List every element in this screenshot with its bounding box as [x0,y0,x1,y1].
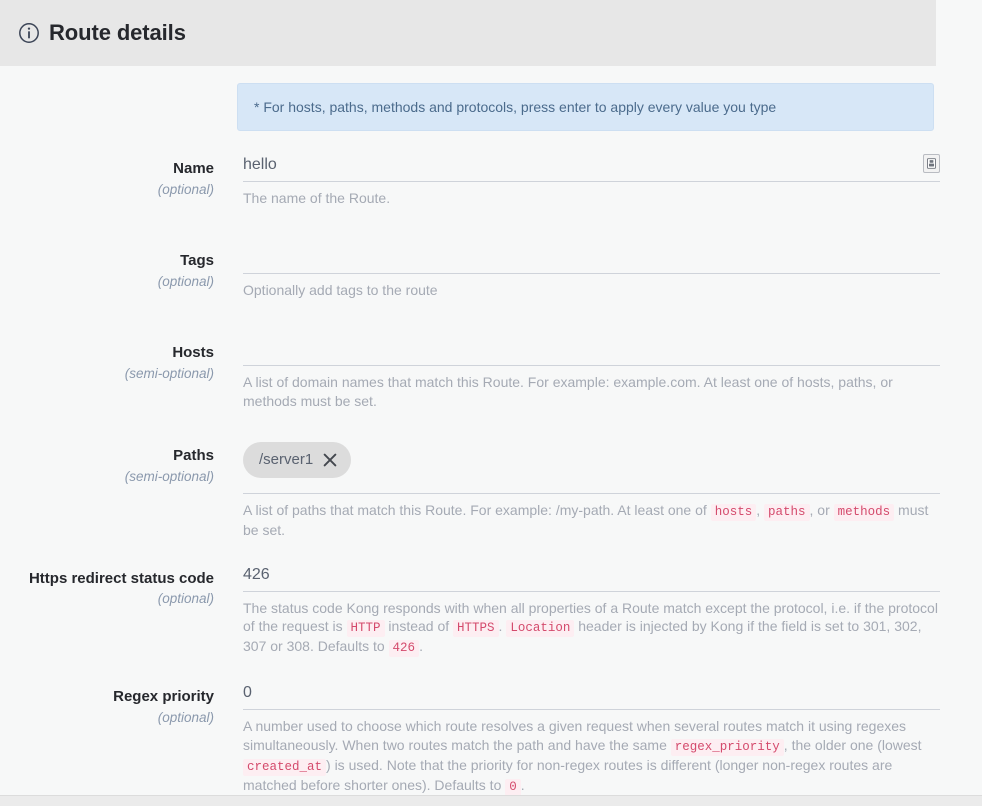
vault-secret-icon-button[interactable] [923,154,940,174]
paths-help-code-hosts: hosts [710,503,757,521]
regex-help-code-0: 0 [505,778,521,796]
field-paths-label: Paths [173,446,214,464]
field-https-label: Https redirect status code [28,569,214,587]
field-hosts-label-group: Hosts (semi-optional) [0,339,214,411]
field-tags-label-group: Tags (optional) [0,247,214,300]
page-title: Route details [49,20,186,45]
field-tags-sublabel: (optional) [157,273,214,289]
field-tags-label: Tags [180,252,214,270]
field-hosts-sublabel: (semi-optional) [124,365,214,381]
field-regex-control: A number used to choose which route reso… [243,683,940,796]
paths-help-code-methods: methods [833,503,895,521]
paths-help-sep2: , or [809,501,834,518]
regex-help-suffix: . [520,776,525,793]
field-https-sublabel: (optional) [157,591,214,607]
field-regex-label-group: Regex priority (optional) [0,683,214,796]
footer-bar [0,796,982,806]
path-chip-label: /server1 [259,451,314,469]
field-paths: Paths (semi-optional) /server1 A list of… [0,441,982,540]
paths-chips-area[interactable]: /server1 [243,441,940,494]
field-hosts-label: Hosts [172,343,214,361]
press-enter-notice: * For hosts, paths, methods and protocol… [237,83,934,132]
regex-help-code-created-at: created_at [243,758,327,776]
field-paths-label-group: Paths (semi-optional) [0,442,214,540]
field-name-help: The name of the Route. [243,190,391,207]
field-https-help: The status code Kong responds with when … [243,599,940,658]
field-name-sublabel: (optional) [157,181,214,197]
https-help-mid1: instead of [384,618,454,635]
close-icon[interactable] [321,451,339,469]
https-redirect-status-code-input[interactable] [243,564,940,592]
paths-help-sep1: , [756,501,764,518]
field-hosts: Hosts (semi-optional) A list of domain n… [0,338,982,411]
field-https-redirect-status-code: Https redirect status code (optional) Th… [0,564,982,658]
https-help-code-location: Location [506,620,575,638]
regex-help-mid1: , the older one (lowest [783,737,922,754]
https-help-suffix: . [419,638,423,655]
field-name: Name (optional) The name of the Route. [0,154,982,208]
https-help-code-http: HTTP [346,620,385,638]
field-tags: Tags (optional) Optionally add tags to t… [0,247,982,300]
field-regex-priority-label: Regex priority [113,688,214,706]
field-name-control: The name of the Route. [243,154,940,208]
hosts-input[interactable] [243,338,940,366]
field-paths-sublabel: (semi-optional) [124,468,214,484]
name-input[interactable] [243,155,940,183]
field-name-label: Name [173,160,214,178]
list-item: /server1 [243,441,352,478]
field-paths-control: /server1 A list of paths that match this… [243,441,940,540]
route-details-form: * For hosts, paths, methods and protocol… [0,66,982,796]
field-paths-help: A list of paths that match this Route. F… [243,501,940,540]
field-hosts-control: A list of domain names that match this R… [243,338,940,411]
https-help-code-https: HTTPS [453,620,499,638]
field-tags-help: Optionally add tags to the route [243,282,438,299]
field-https-control: The status code Kong responds with when … [243,564,940,658]
route-details-header: Route details [0,0,936,66]
regex-priority-input[interactable] [243,683,940,711]
paths-help-prefix: A list of paths that match this Route. F… [243,501,711,518]
name-input-row [243,154,940,183]
tags-input[interactable] [243,247,940,275]
field-regex-priority: Regex priority (optional) A number used … [0,683,982,796]
field-name-label-group: Name (optional) [0,155,214,208]
field-tags-control: Optionally add tags to the route [243,247,940,300]
field-https-label-group: Https redirect status code (optional) [0,565,214,658]
field-regex-priority-sublabel: (optional) [157,709,214,725]
info-circle-icon [18,22,40,44]
field-hosts-help: A list of domain names that match this R… [243,373,893,409]
regex-help-code-regex-priority: regex_priority [670,739,784,757]
paths-help-code-paths: paths [763,503,810,521]
field-regex-priority-help: A number used to choose which route reso… [243,717,940,796]
https-help-code-426: 426 [388,640,420,658]
regex-help-mid2: ) is used. Note that the priority for no… [243,756,893,793]
